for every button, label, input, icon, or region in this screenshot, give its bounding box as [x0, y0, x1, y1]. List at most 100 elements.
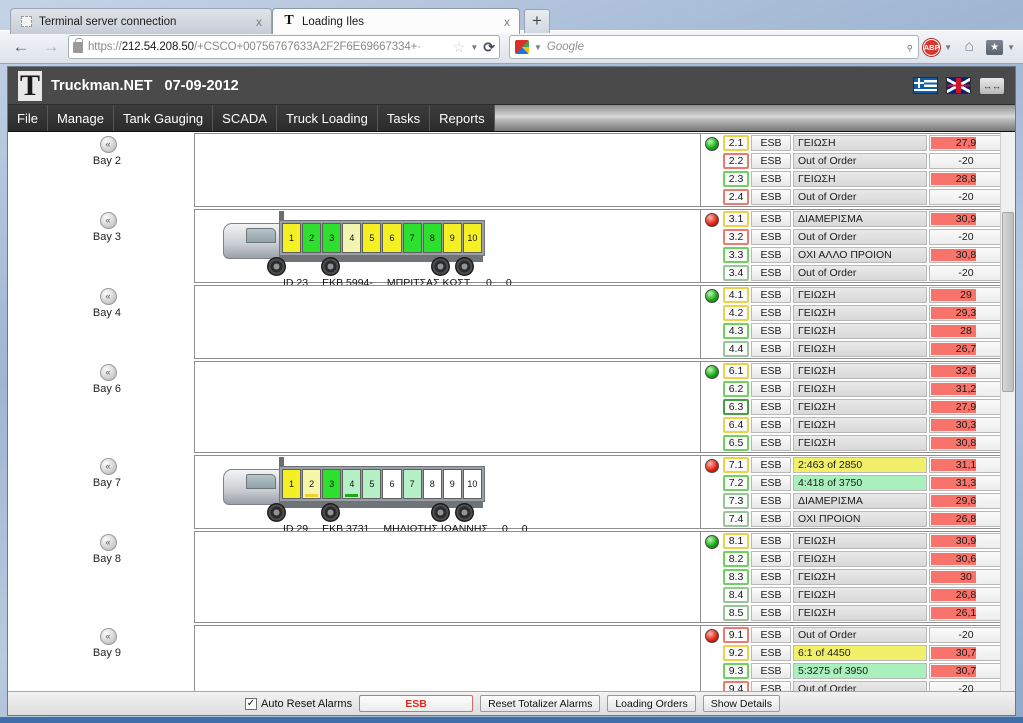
- truck-compartment[interactable]: 8: [422, 223, 442, 253]
- truck-compartment[interactable]: 6: [382, 469, 402, 499]
- arm-value-cell[interactable]: 30,6: [929, 551, 1003, 567]
- menu-item-file[interactable]: File: [8, 105, 48, 131]
- bay-collapse-icon[interactable]: «: [99, 364, 117, 381]
- truck-compartment[interactable]: 4: [342, 223, 362, 253]
- back-icon[interactable]: ←: [8, 35, 34, 59]
- table-row[interactable]: 2.1ESBΓΕΙΩΣΗ27,90: [723, 134, 1015, 152]
- arm-id-badge[interactable]: 6.2: [723, 381, 749, 397]
- forward-icon[interactable]: →: [38, 35, 64, 59]
- arm-id-badge[interactable]: 4.2: [723, 305, 749, 321]
- arm-status-cell[interactable]: ΓΕΙΩΣΗ: [793, 287, 927, 303]
- arm-status-cell[interactable]: ΓΕΙΩΣΗ: [793, 399, 927, 415]
- arm-value-cell[interactable]: 26,8: [929, 511, 1003, 527]
- truck-compartment[interactable]: 7: [402, 469, 422, 499]
- reset-totalizer-alarms-button[interactable]: Reset Totalizer Alarms: [480, 695, 601, 712]
- fullscreen-icon[interactable]: ↔↔: [979, 76, 1005, 95]
- table-row[interactable]: 7.2ESB4:418 of 375031,363: [723, 474, 1015, 492]
- arm-unit-cell[interactable]: ESB: [751, 341, 791, 357]
- bookmarks-icon[interactable]: ★: [986, 39, 1004, 55]
- show-details-button[interactable]: Show Details: [702, 695, 781, 712]
- menu-item-scada[interactable]: SCADA: [213, 105, 277, 131]
- checkbox-check-icon[interactable]: ✓: [244, 697, 257, 710]
- table-row[interactable]: 8.4ESBΓΕΙΩΣΗ26,80: [723, 586, 1015, 604]
- arm-status-cell[interactable]: 6:1 of 4450: [793, 645, 927, 661]
- arm-value-cell[interactable]: -20: [929, 153, 1003, 169]
- arm-status-cell[interactable]: ΓΕΙΩΣΗ: [793, 135, 927, 151]
- chevron-down-icon[interactable]: ▼: [1007, 43, 1015, 52]
- arm-unit-cell[interactable]: ESB: [751, 153, 791, 169]
- arm-unit-cell[interactable]: ESB: [751, 211, 791, 227]
- arm-unit-cell[interactable]: ESB: [751, 627, 791, 643]
- arm-status-cell[interactable]: ΔΙΑΜΕΡΙΣΜΑ: [793, 211, 927, 227]
- menu-item-truck-loading[interactable]: Truck Loading: [277, 105, 378, 131]
- truck-compartment[interactable]: 1: [282, 223, 302, 253]
- arm-unit-cell[interactable]: ESB: [751, 287, 791, 303]
- chevron-down-icon[interactable]: ▼: [944, 43, 952, 52]
- truck-compartment[interactable]: 5: [362, 469, 382, 499]
- table-row[interactable]: 8.3ESBΓΕΙΩΣΗ300: [723, 568, 1015, 586]
- arm-value-cell[interactable]: 26,8: [929, 587, 1003, 603]
- table-row[interactable]: 4.3ESBΓΕΙΩΣΗ280: [723, 322, 1015, 340]
- arm-value-cell[interactable]: -20: [929, 627, 1003, 643]
- bay-collapse-icon[interactable]: «: [99, 458, 117, 475]
- truck-compartment[interactable]: 5: [362, 223, 382, 253]
- arm-unit-cell[interactable]: ESB: [751, 493, 791, 509]
- arm-unit-cell[interactable]: ESB: [751, 645, 791, 661]
- greek-flag-icon[interactable]: [913, 77, 938, 94]
- arm-status-cell[interactable]: ΓΕΙΩΣΗ: [793, 435, 927, 451]
- arm-unit-cell[interactable]: ESB: [751, 587, 791, 603]
- arm-id-badge[interactable]: 2.1: [723, 135, 749, 151]
- arm-status-cell[interactable]: ΟΧΙ ΑΛΛΟ ΠΡΟΙΟΝ: [793, 247, 927, 263]
- arm-id-badge[interactable]: 8.3: [723, 569, 749, 585]
- arm-value-cell[interactable]: -20: [929, 189, 1003, 205]
- table-row[interactable]: 9.3ESB5:3275 of 395030,773: [723, 662, 1015, 680]
- reload-icon[interactable]: ⟳: [483, 39, 495, 56]
- arm-unit-cell[interactable]: ESB: [751, 135, 791, 151]
- arm-status-cell[interactable]: Out of Order: [793, 189, 927, 205]
- arm-unit-cell[interactable]: ESB: [751, 229, 791, 245]
- arm-value-cell[interactable]: 30,3: [929, 417, 1003, 433]
- bay-collapse-icon[interactable]: «: [99, 212, 117, 229]
- table-row[interactable]: 6.3ESBΓΕΙΩΣΗ27,90: [723, 398, 1015, 416]
- truck-compartment[interactable]: 6: [382, 223, 402, 253]
- arm-unit-cell[interactable]: ESB: [751, 551, 791, 567]
- arm-value-cell[interactable]: 31,3: [929, 475, 1003, 491]
- bay-collapse-icon[interactable]: «: [99, 628, 117, 645]
- truck-compartment[interactable]: 8: [422, 469, 442, 499]
- table-row[interactable]: 6.4ESBΓΕΙΩΣΗ30,30: [723, 416, 1015, 434]
- table-row[interactable]: 8.1ESBΓΕΙΩΣΗ30,90: [723, 532, 1015, 550]
- table-row[interactable]: 7.1ESB2:463 of 285031,1105: [723, 456, 1015, 474]
- arm-id-badge[interactable]: 9.2: [723, 645, 749, 661]
- arm-unit-cell[interactable]: ESB: [751, 663, 791, 679]
- arm-status-cell[interactable]: ΓΕΙΩΣΗ: [793, 381, 927, 397]
- arm-id-badge[interactable]: 7.1: [723, 457, 749, 473]
- truck-compartment[interactable]: 4: [342, 469, 362, 499]
- arm-unit-cell[interactable]: ESB: [751, 457, 791, 473]
- arm-id-badge[interactable]: 6.5: [723, 435, 749, 451]
- search-bar[interactable]: ▼ Google ⌕: [509, 35, 920, 59]
- arm-status-cell[interactable]: 5:3275 of 3950: [793, 663, 927, 679]
- menu-item-reports[interactable]: Reports: [430, 105, 495, 131]
- table-row[interactable]: 3.3ESBΟΧΙ ΑΛΛΟ ΠΡΟΙΟΝ30,80: [723, 246, 1015, 264]
- arm-unit-cell[interactable]: ESB: [751, 435, 791, 451]
- menu-item-manage[interactable]: Manage: [48, 105, 114, 131]
- table-row[interactable]: 3.2ESBOut of Order-200: [723, 228, 1015, 246]
- arm-value-cell[interactable]: 32,6: [929, 363, 1003, 379]
- browser-tab-loading-iles[interactable]: T Loading Iles x: [272, 8, 520, 34]
- arm-id-badge[interactable]: 3.2: [723, 229, 749, 245]
- arm-unit-cell[interactable]: ESB: [751, 363, 791, 379]
- arm-id-badge[interactable]: 4.3: [723, 323, 749, 339]
- arm-value-cell[interactable]: 29,3: [929, 305, 1003, 321]
- table-row[interactable]: 2.4ESBOut of Order-200: [723, 188, 1015, 206]
- arm-value-cell[interactable]: 26,7: [929, 341, 1003, 357]
- table-row[interactable]: 3.4ESBOut of Order-200: [723, 264, 1015, 282]
- address-bar[interactable]: https://212.54.208.50/+CSCO+00756767633A…: [68, 35, 500, 59]
- truck-compartment[interactable]: 10: [462, 469, 482, 499]
- table-row[interactable]: 2.2ESBOut of Order-200: [723, 152, 1015, 170]
- arm-unit-cell[interactable]: ESB: [751, 399, 791, 415]
- table-row[interactable]: 8.5ESBΓΕΙΩΣΗ26,10: [723, 604, 1015, 622]
- arm-value-cell[interactable]: -20: [929, 229, 1003, 245]
- arm-value-cell[interactable]: 28: [929, 323, 1003, 339]
- search-input[interactable]: Google: [547, 41, 901, 53]
- tab-close-icon[interactable]: x: [253, 15, 265, 29]
